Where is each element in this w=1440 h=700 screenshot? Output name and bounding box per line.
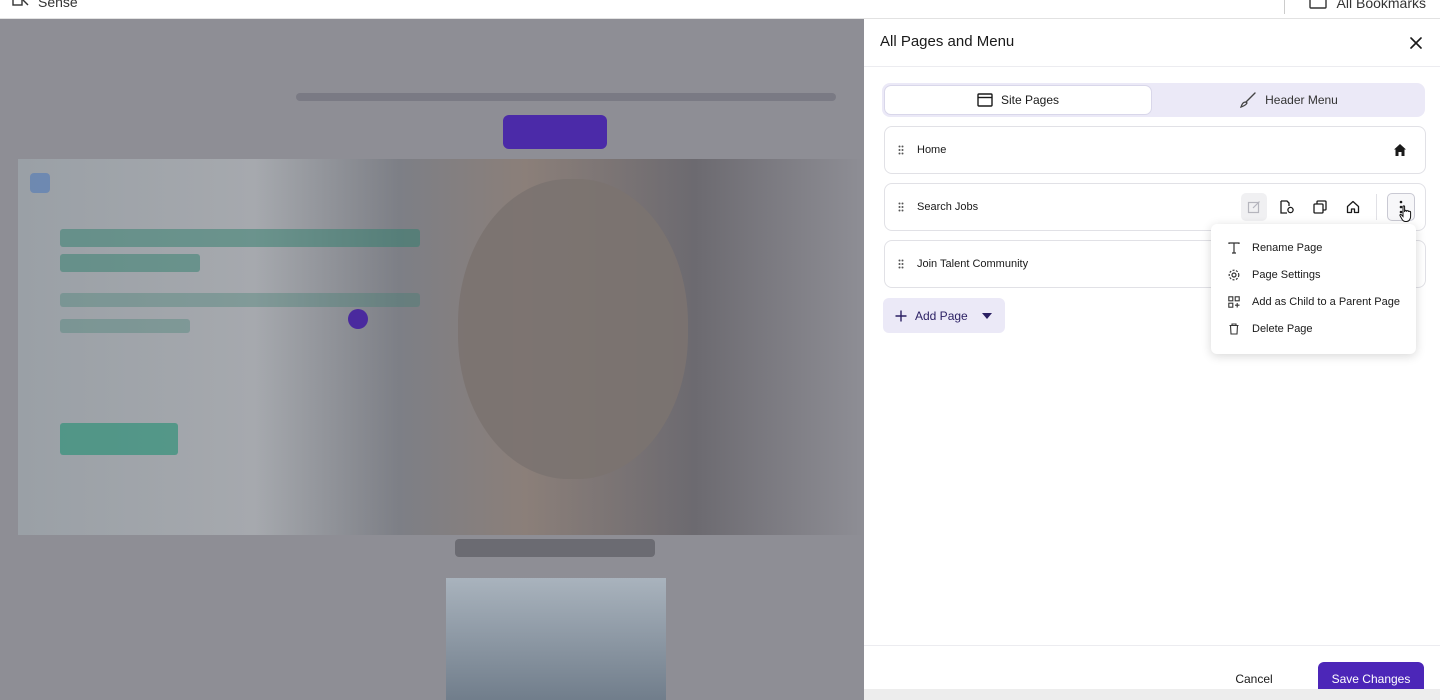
drag-handle-icon[interactable] — [885, 259, 917, 269]
app-logo-icon — [12, 0, 30, 11]
pages-menu-panel: All Pages and Menu Site Pages Header Men… — [864, 19, 1440, 700]
browser-top-bar: Sense All Bookmarks — [0, 0, 1440, 19]
section-thumbnail — [446, 578, 666, 700]
editor-background-overlay[interactable] — [0, 19, 864, 700]
editor-toolbar — [0, 19, 864, 67]
divider — [1376, 194, 1377, 220]
panel-header: All Pages and Menu — [864, 19, 1440, 67]
section-caption — [455, 539, 655, 557]
configure-button — [503, 115, 607, 149]
file-gear-icon — [1280, 200, 1294, 214]
drag-handle-icon[interactable] — [885, 145, 917, 155]
page-name: Search Jobs — [917, 201, 979, 213]
row-actions — [1241, 193, 1415, 221]
hero-search-button — [60, 423, 178, 455]
hand-pointer-cursor-icon — [1399, 205, 1413, 228]
panel-title: All Pages and Menu — [880, 33, 1015, 50]
home-filled-icon — [1393, 143, 1407, 162]
hero-chip — [30, 173, 50, 193]
tab-site-pages[interactable]: Site Pages — [884, 85, 1152, 115]
copy-icon — [1313, 200, 1327, 214]
caret-down-icon — [981, 312, 992, 319]
close-button[interactable] — [1406, 33, 1426, 53]
tab-header-menu-label: Header Menu — [1265, 93, 1338, 107]
bookmarks-group: All Bookmarks — [1283, 0, 1426, 14]
hero-image — [458, 179, 688, 479]
paint-brush-icon — [1240, 92, 1256, 108]
edit-icon — [1247, 201, 1260, 214]
tab-site-pages-label: Site Pages — [1000, 93, 1060, 107]
home-outline-icon — [1346, 200, 1360, 214]
trash-icon — [1229, 322, 1239, 335]
page-name: Home — [917, 144, 947, 156]
close-icon — [1410, 37, 1422, 49]
hierarchy-icon — [1228, 295, 1240, 308]
hero-headline — [60, 229, 420, 247]
add-page-button[interactable]: Add Page — [883, 298, 1005, 333]
hero-banner — [18, 159, 864, 535]
app-label-group: Sense — [12, 0, 78, 11]
all-bookmarks-link[interactable]: All Bookmarks — [1337, 0, 1426, 11]
text-cursor-icon — [1228, 241, 1240, 254]
menu-item-label: Delete Page — [1252, 322, 1313, 335]
browser-window-icon — [977, 93, 993, 107]
menu-item-page-settings[interactable]: Page Settings — [1211, 261, 1416, 288]
plus-icon — [895, 310, 907, 321]
divider — [1283, 0, 1285, 14]
page-settings-button[interactable] — [1274, 193, 1300, 221]
menu-item-label: Page Settings — [1252, 268, 1321, 281]
set-as-home-button[interactable] — [1340, 193, 1366, 221]
folder-icon — [1308, 0, 1327, 12]
drag-handle-icon[interactable] — [885, 202, 917, 212]
bottom-strip — [864, 689, 1440, 700]
menu-item-label: Add as Child to a Parent Page — [1252, 295, 1400, 308]
gear-icon — [1228, 269, 1240, 280]
app-label[interactable]: Sense — [38, 0, 78, 10]
menu-item-rename-page[interactable]: Rename Page — [1211, 234, 1416, 261]
hero-subheadline-line2 — [60, 319, 190, 333]
editor-notice-bar — [296, 93, 836, 101]
panel-tabs: Site Pages Header Menu — [882, 83, 1425, 117]
hero-subheadline — [60, 293, 420, 307]
page-name: Join Talent Community — [917, 258, 1029, 270]
duplicate-page-button[interactable] — [1307, 193, 1333, 221]
menu-item-add-as-child[interactable]: Add as Child to a Parent Page — [1211, 288, 1416, 315]
edit-page-button[interactable] — [1241, 193, 1267, 221]
page-context-menu: Rename Page Page Settings Add as Child t… — [1211, 224, 1416, 354]
hero-dot — [348, 309, 368, 329]
hero-headline-line2 — [60, 254, 200, 272]
add-page-label: Add Page — [915, 308, 968, 323]
page-row-home[interactable]: Home — [884, 126, 1426, 174]
menu-item-label: Rename Page — [1252, 241, 1323, 254]
tab-header-menu[interactable]: Header Menu — [1154, 85, 1423, 115]
menu-item-delete-page[interactable]: Delete Page — [1211, 315, 1416, 342]
